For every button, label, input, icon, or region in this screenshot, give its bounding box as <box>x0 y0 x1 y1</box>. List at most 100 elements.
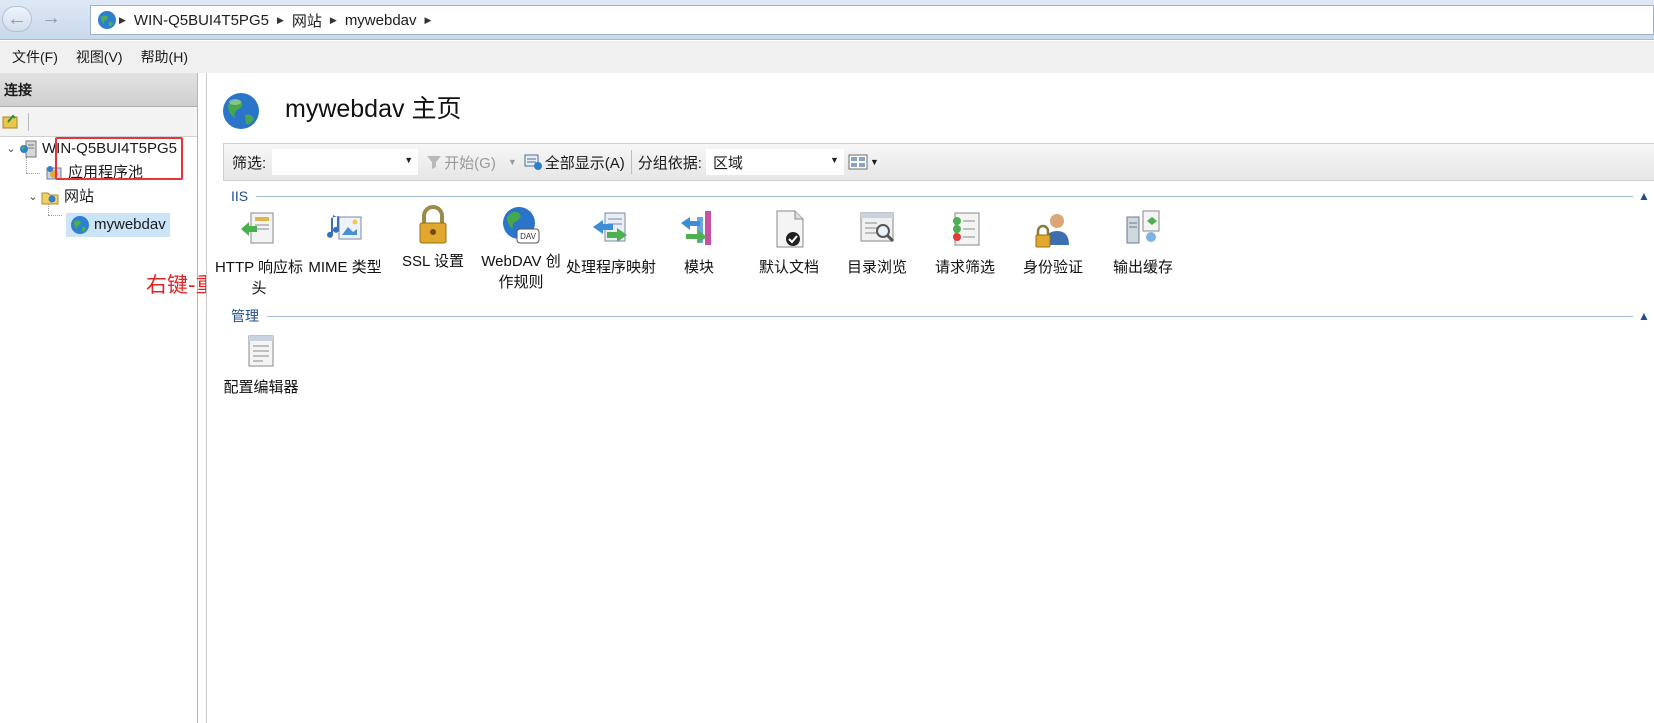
back-arrow-icon: ← <box>7 8 27 30</box>
toolbar-separator <box>630 150 632 174</box>
modules-icon <box>681 211 711 245</box>
view-mode-button[interactable]: ▼ <box>848 154 879 170</box>
server-icon <box>20 140 37 158</box>
feature-label: 处理程序映射 <box>565 259 656 276</box>
tree-label-site: mywebdav <box>94 216 166 233</box>
start-filter-button[interactable]: 开始(G) ▼ <box>426 152 517 173</box>
site-globe-icon <box>223 93 259 129</box>
feature-ssl-settings[interactable]: SSL 设置 <box>387 203 479 272</box>
page-title: mywebdav 主页 <box>285 95 462 123</box>
feature-label: HTTP 响应标头 <box>214 259 304 297</box>
default-document-icon <box>776 210 804 248</box>
tree-label-sites: 网站 <box>64 188 95 205</box>
dropdown-arrow-icon: ▼ <box>869 157 879 167</box>
menu-bar: 文件(F) 视图(V) 帮助(H) <box>0 41 1654 73</box>
connect-icon[interactable] <box>2 113 20 129</box>
handler-mappings-icon <box>593 212 627 242</box>
breadcrumb-site[interactable]: mywebdav <box>345 12 417 29</box>
feature-label: 目录浏览 <box>846 259 907 276</box>
http-response-headers-icon <box>241 212 274 244</box>
feature-label: 请求筛选 <box>934 259 995 276</box>
feature-label: WebDAV 创作规则 <box>481 253 561 291</box>
forward-arrow-icon: → <box>41 7 61 29</box>
webdav-icon: DAV <box>503 207 540 244</box>
configuration-editor-icon <box>248 335 274 367</box>
feature-label: 默认文档 <box>758 259 819 276</box>
filter-input[interactable]: ▼ <box>272 149 419 175</box>
feature-mime-types[interactable]: MIME 类型 <box>299 209 391 278</box>
group-divider <box>256 195 1633 197</box>
dropdown-arrow-icon[interactable]: ▼ <box>404 155 413 165</box>
filter-bar: 筛选: ▼ 开始(G) ▼ 全部显示(A) 分组依据: 区域 ▼ ▼ <box>223 143 1654 181</box>
globe-icon <box>98 11 116 29</box>
group-by-select[interactable]: 区域 ▼ <box>705 149 844 175</box>
group-by-value: 区域 <box>712 154 743 172</box>
feature-label: 输出缓存 <box>1112 259 1173 276</box>
group-label-iis: IIS <box>231 188 249 204</box>
feature-output-caching[interactable]: 输出缓存 <box>1097 209 1189 278</box>
menu-help[interactable]: 帮助(H) <box>133 47 196 67</box>
connections-toolbar <box>0 107 197 137</box>
feature-configuration-editor[interactable]: 配置编辑器 <box>215 333 307 398</box>
group-divider <box>267 315 1633 317</box>
feature-default-document[interactable]: 默认文档 <box>743 209 835 278</box>
group-by-label: 分组依据: <box>637 154 702 172</box>
start-filter-label: 开始(G) <box>444 154 496 172</box>
breadcrumb[interactable]: ▶ WIN-Q5BUI4T5PG5 ▶ 网站 ▶ mywebdav ▶ <box>90 5 1654 35</box>
mime-types-icon <box>327 215 362 240</box>
connections-title: 连接 <box>0 73 197 107</box>
globe-icon <box>71 216 89 234</box>
feature-label: MIME 类型 <box>308 259 382 276</box>
feature-webdav-authoring-rules[interactable]: DAV WebDAV 创作规则 <box>475 203 567 293</box>
annotation-highlight-box <box>55 137 183 180</box>
menu-file[interactable]: 文件(F) <box>4 47 66 67</box>
sites-folder-icon <box>41 192 59 205</box>
view-grid-icon <box>848 154 868 170</box>
group-label-management: 管理 <box>231 308 259 324</box>
feature-authentication[interactable]: 身份验证 <box>1007 209 1099 278</box>
feature-label: 身份验证 <box>1022 259 1083 276</box>
back-button[interactable]: ← <box>2 6 32 32</box>
ssl-lock-icon <box>419 205 447 244</box>
feature-label: SSL 设置 <box>402 253 464 270</box>
breadcrumb-server[interactable]: WIN-Q5BUI4T5PG5 <box>134 12 269 29</box>
collapse-up-icon[interactable]: ▲ <box>1633 309 1654 323</box>
tree-line <box>48 215 62 216</box>
authentication-icon <box>1035 214 1069 248</box>
feature-http-response-headers[interactable]: HTTP 响应标头 <box>213 209 305 299</box>
breadcrumb-separator-icon: ▶ <box>329 14 337 25</box>
breadcrumb-separator-icon[interactable]: ▶ <box>425 15 432 26</box>
directory-browsing-icon <box>860 212 895 243</box>
output-caching-icon <box>1126 210 1160 244</box>
show-all-label: 全部显示(A) <box>544 154 625 172</box>
collapse-chevron-icon[interactable]: ⌄ <box>26 185 40 209</box>
feature-modules[interactable]: 模块 <box>653 209 745 278</box>
tree-line <box>26 173 40 174</box>
breadcrumb-separator-icon: ▶ <box>119 14 126 25</box>
forward-button[interactable]: → <box>36 6 66 32</box>
feature-request-filtering[interactable]: 请求筛选 <box>919 209 1011 278</box>
feature-label: 配置编辑器 <box>223 379 299 396</box>
address-bar: ← → ▶ WIN-Q5BUI4T5PG5 ▶ 网站 ▶ mywebdav ▶ <box>0 0 1654 40</box>
menu-view[interactable]: 视图(V) <box>68 47 131 67</box>
show-all-icon <box>524 154 542 170</box>
breadcrumb-separator-icon: ▶ <box>276 14 284 25</box>
feature-directory-browsing[interactable]: 目录浏览 <box>831 209 923 278</box>
svg-text:DAV: DAV <box>520 232 537 241</box>
dropdown-arrow-icon[interactable]: ▼ <box>508 157 517 167</box>
show-all-button[interactable]: 全部显示(A) <box>523 152 625 173</box>
tree-node-sites[interactable]: ⌄ 网站 <box>26 185 94 209</box>
request-filtering-icon <box>953 212 980 246</box>
toolbar-separator <box>28 113 29 131</box>
tree-node-mywebdav[interactable]: mywebdav <box>66 213 170 237</box>
collapse-up-icon[interactable]: ▲ <box>1633 189 1654 203</box>
breadcrumb-sites[interactable]: 网站 <box>292 10 322 31</box>
dropdown-arrow-icon[interactable]: ▼ <box>830 155 839 165</box>
filter-label: 筛选: <box>232 154 267 172</box>
main-panel: mywebdav 主页 筛选: ▼ 开始(G) ▼ 全部显示(A) 分组依据: <box>206 73 1654 723</box>
collapse-chevron-icon[interactable]: ⌄ <box>4 137 18 161</box>
feature-label: 模块 <box>683 259 714 276</box>
funnel-icon <box>427 156 442 169</box>
group-header-management[interactable]: 管理 ▲ <box>223 305 1654 327</box>
feature-handler-mappings[interactable]: 处理程序映射 <box>565 209 657 278</box>
